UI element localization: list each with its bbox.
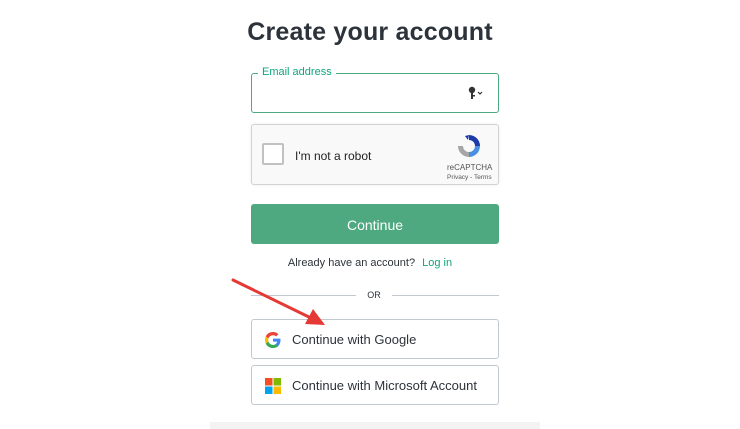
email-field[interactable]: Email address (251, 66, 499, 113)
continue-button[interactable]: Continue (251, 204, 499, 244)
microsoft-button-label: Continue with Microsoft Account (292, 378, 477, 393)
bottom-shadow-strip (210, 422, 540, 429)
email-label: Email address (258, 66, 336, 78)
recaptcha-brand: reCAPTCHA (447, 163, 493, 172)
recaptcha-privacy-terms[interactable]: Privacy - Terms (447, 174, 492, 181)
password-manager-key-icon[interactable] (468, 86, 484, 100)
divider-line-right (392, 295, 499, 296)
login-prompt: Already have an account? (287, 257, 416, 269)
login-link[interactable]: Log in (422, 257, 452, 269)
recaptcha-checkbox[interactable] (262, 143, 284, 165)
recaptcha-label: I'm not a robot (295, 149, 372, 163)
google-button-label: Continue with Google (292, 332, 417, 347)
google-logo-icon (265, 332, 281, 348)
or-divider-text: OR (367, 290, 381, 300)
microsoft-logo-icon (265, 378, 281, 394)
login-prompt-line: Already have an account? Log in (0, 257, 740, 269)
continue-with-microsoft-button[interactable]: Continue with Microsoft Account (251, 365, 499, 405)
recaptcha-logo-icon (458, 135, 480, 157)
email-input[interactable] (260, 80, 464, 106)
recaptcha-widget: I'm not a robot reCAPTCHA Privacy - Term… (251, 124, 499, 185)
red-annotation-arrow-icon (231, 278, 325, 325)
page-title: Create your account (247, 18, 493, 46)
